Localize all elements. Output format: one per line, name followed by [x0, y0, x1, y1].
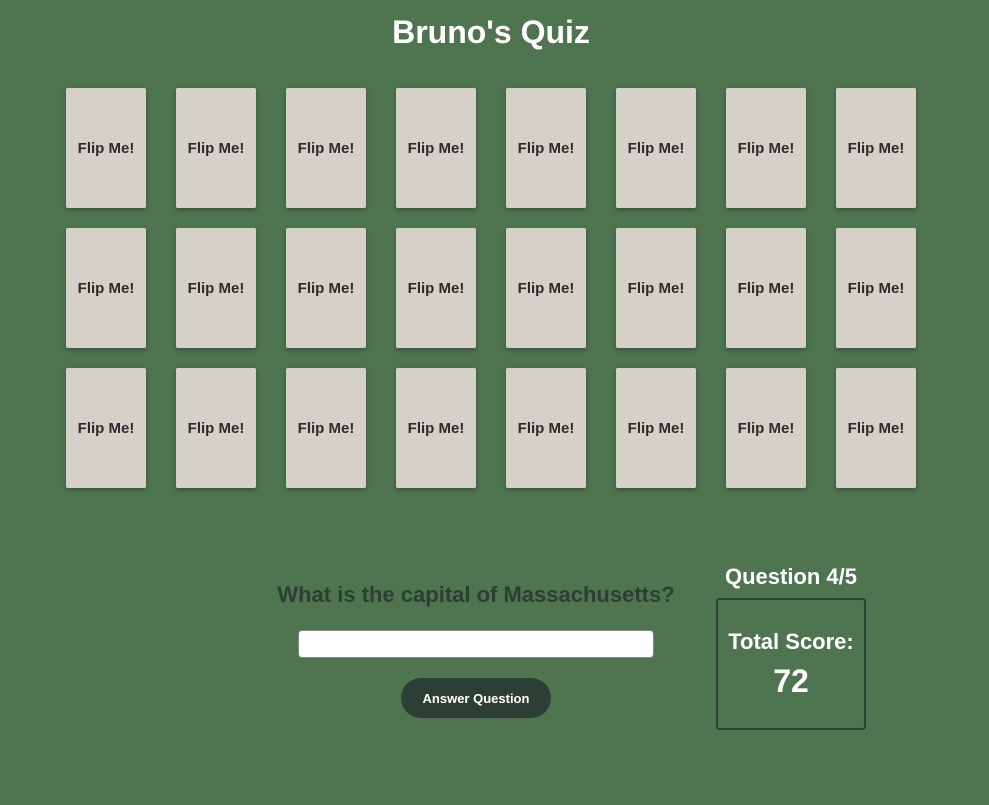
flip-card-label: Flip Me!: [187, 279, 245, 297]
score-label: Total Score:: [728, 629, 854, 654]
flip-card[interactable]: Flip Me!: [176, 228, 256, 348]
flip-card-label: Flip Me!: [627, 419, 685, 437]
flip-card-label: Flip Me!: [847, 279, 905, 297]
flip-card-label: Flip Me!: [517, 279, 575, 297]
flip-card[interactable]: Flip Me!: [176, 368, 256, 488]
flip-card-label: Flip Me!: [847, 419, 905, 437]
flip-card[interactable]: Flip Me!: [506, 88, 586, 208]
flip-card-label: Flip Me!: [627, 279, 685, 297]
flip-card-label: Flip Me!: [737, 139, 795, 157]
flip-card-label: Flip Me!: [297, 279, 355, 297]
flip-card[interactable]: Flip Me!: [726, 88, 806, 208]
flip-card-label: Flip Me!: [407, 419, 465, 437]
flip-card[interactable]: Flip Me!: [396, 228, 476, 348]
flip-card-label: Flip Me!: [297, 419, 355, 437]
page-title: Bruno's Quiz: [392, 14, 590, 50]
flip-card-label: Flip Me!: [627, 139, 685, 157]
flip-card[interactable]: Flip Me!: [286, 368, 366, 488]
flip-card[interactable]: Flip Me!: [396, 368, 476, 488]
flip-card-label: Flip Me!: [297, 139, 355, 157]
flip-card[interactable]: Flip Me!: [286, 228, 366, 348]
question-counter: Question 4/5: [724, 564, 858, 589]
flip-card[interactable]: Flip Me!: [616, 368, 696, 488]
flip-card-label: Flip Me!: [737, 419, 795, 437]
flip-card[interactable]: Flip Me!: [616, 228, 696, 348]
card-grid: Flip Me! Flip Me! Flip Me! Flip Me! Flip Me!…: [66, 88, 916, 488]
flip-card[interactable]: Flip Me!: [616, 88, 696, 208]
flip-card[interactable]: Flip Me!: [506, 228, 586, 348]
flip-card[interactable]: Flip Me!: [176, 88, 256, 208]
answer-question-button[interactable]: Answer Question: [401, 678, 551, 718]
flip-card-label: Flip Me!: [77, 279, 135, 297]
flip-card-label: Flip Me!: [847, 139, 905, 157]
flip-card-label: Flip Me!: [737, 279, 795, 297]
flip-card-label: Flip Me!: [187, 419, 245, 437]
flip-card[interactable]: Flip Me!: [66, 368, 146, 488]
score-panel: Total Score: 72: [716, 598, 866, 730]
flip-card-label: Flip Me!: [517, 139, 575, 157]
flip-card[interactable]: Flip Me!: [66, 228, 146, 348]
score-value: 72: [773, 663, 809, 699]
flip-card-label: Flip Me!: [407, 279, 465, 297]
flip-card[interactable]: Flip Me!: [726, 368, 806, 488]
question-text: What is the capital of Massachusetts?: [277, 582, 675, 607]
flip-card-label: Flip Me!: [77, 139, 135, 157]
flip-card[interactable]: Flip Me!: [836, 228, 916, 348]
flip-card[interactable]: Flip Me!: [286, 88, 366, 208]
flip-card-label: Flip Me!: [407, 139, 465, 157]
answer-input[interactable]: [298, 630, 654, 658]
flip-card-label: Flip Me!: [187, 139, 245, 157]
flip-card[interactable]: Flip Me!: [726, 228, 806, 348]
flip-card[interactable]: Flip Me!: [836, 88, 916, 208]
flip-card-label: Flip Me!: [77, 419, 135, 437]
flip-card[interactable]: Flip Me!: [396, 88, 476, 208]
flip-card-label: Flip Me!: [517, 419, 575, 437]
flip-card[interactable]: Flip Me!: [66, 88, 146, 208]
flip-card[interactable]: Flip Me!: [836, 368, 916, 488]
flip-card[interactable]: Flip Me!: [506, 368, 586, 488]
